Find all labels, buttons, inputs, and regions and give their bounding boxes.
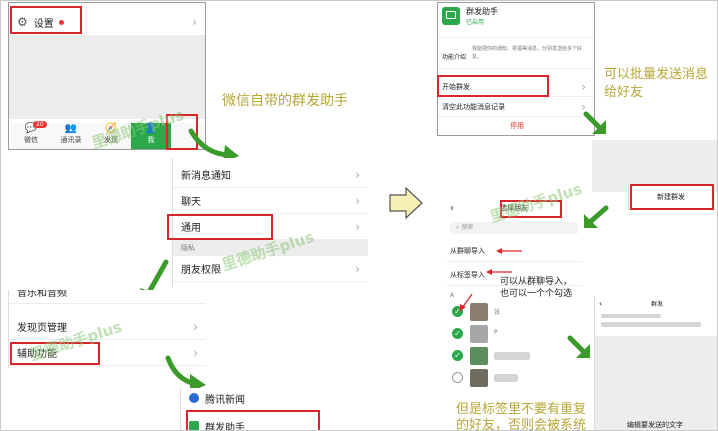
chevron-right-icon: › <box>355 219 360 234</box>
contact-name: 张 <box>494 309 501 316</box>
back-icon[interactable]: ‹ <box>599 299 602 308</box>
checked-icon: ✓ <box>452 350 463 361</box>
red-arrow-check <box>460 293 473 311</box>
intro-label: 功能介绍 <box>442 54 467 61</box>
annotation-group-helper: 微信自带的群发助手 <box>222 93 348 109</box>
message-area <box>595 336 718 431</box>
disable-button[interactable]: 停用 <box>438 121 594 131</box>
news-icon <box>189 393 199 403</box>
back-icon[interactable]: ‹ <box>450 203 454 214</box>
annotation-batch-send: 可以批量发送消息给好友 <box>604 67 709 100</box>
blurred-contact-name <box>494 374 518 382</box>
clear-records-row[interactable]: 清空此功能消息记录 › <box>438 97 594 117</box>
annotation-line: 但是标签里不要有重复 <box>456 402 587 417</box>
section-label: 隐私 <box>181 243 195 252</box>
row-label: 朋友权限 <box>181 265 221 276</box>
tab-label: 通讯录 <box>60 136 82 144</box>
intro-row: 功能介绍 我能把你的通知、祝福等消息，分别发送给多个好友。 <box>438 37 594 69</box>
recipients-list <box>601 322 701 327</box>
send-header: ‹ 群发 <box>595 296 718 310</box>
row-label: 清空此功能消息记录 <box>442 102 505 111</box>
contact-name: P <box>494 329 498 336</box>
tab-chats[interactable]: 💬 20 微信 <box>11 121 51 149</box>
annotation-import-or-select: 可以从群聊导入， 也可以一个个勾选 <box>500 276 572 300</box>
chevron-right-icon: › <box>193 319 198 334</box>
contacts-icon: 👥 <box>64 123 78 134</box>
row-label: 聊天 <box>181 197 201 208</box>
highlight-settings <box>10 6 82 34</box>
music-audio-row[interactable]: 音乐和音频 <box>9 290 206 304</box>
blurred-contact-name <box>494 352 530 360</box>
green-arrow-6 <box>567 335 590 358</box>
annotation-line: 可以从群聊导入， <box>500 277 573 287</box>
new-message-notify-row[interactable]: 新消息通知 › <box>173 162 368 188</box>
row-label: 从标签导入 <box>450 270 485 279</box>
index-letter: A <box>450 292 455 299</box>
contact-item[interactable]: ✓ <box>450 346 580 366</box>
tencent-news-row[interactable]: 腾讯新闻 <box>181 388 376 408</box>
unread-badge: 20 <box>33 121 47 128</box>
helper-header: 群发助手 已启用 <box>438 3 594 29</box>
highlight-general <box>167 214 273 240</box>
row-label: 音乐和音频 <box>17 290 67 299</box>
contact-item[interactable]: ✓ P <box>450 324 580 344</box>
search-icon: ⌕ <box>456 224 460 231</box>
row-label: 腾讯新闻 <box>205 394 245 406</box>
highlight-group-helper <box>186 410 320 431</box>
helper-title: 群发助手 <box>466 7 498 16</box>
row-label: 发现页管理 <box>17 323 67 334</box>
annotation-line: 也可以一个个勾选 <box>500 289 573 299</box>
avatar <box>470 325 488 343</box>
annotation-tag-warning: 但是标签里不要有重复 的好友，否则会被系统 <box>456 402 586 431</box>
highlight-start-broadcast <box>437 75 549 97</box>
unchecked-icon <box>452 372 463 383</box>
send-title: 群发 <box>651 300 664 308</box>
group-helper-screen: 群发助手 已启用 功能介绍 我能把你的通知、祝福等消息，分别发送给多个好友。 开… <box>437 2 595 136</box>
green-arrow-5 <box>584 205 609 228</box>
group-helper-app-icon <box>442 7 460 25</box>
chevron-right-icon: › <box>581 79 586 94</box>
avatar <box>470 369 488 387</box>
annotation-line: 的好友，否则会被系统 <box>456 418 587 431</box>
row-label: 新消息通知 <box>181 171 231 182</box>
chat-row[interactable]: 聊天 › <box>173 188 368 214</box>
helper-status: 已启用 <box>466 19 485 26</box>
chevron-right-icon: › <box>192 15 197 29</box>
send-screen: ‹ 群发 编辑要发送的文字 <box>594 296 718 431</box>
avatar <box>470 347 488 365</box>
search-placeholder: 搜索 <box>461 224 474 231</box>
checked-icon: ✓ <box>452 328 463 339</box>
search-input[interactable]: ⌕ 搜索 <box>450 222 578 234</box>
chevron-right-icon: › <box>355 167 360 182</box>
green-arrow-4 <box>583 111 606 134</box>
chevron-right-icon: › <box>355 193 360 208</box>
intro-text: 我能把你的通知、祝福等消息，分别发送给多个好友。 <box>472 46 583 60</box>
contact-item[interactable] <box>450 368 580 388</box>
tab-label: 微信 <box>24 136 38 144</box>
tab-contacts[interactable]: 👥 通讯录 <box>51 123 91 149</box>
compose-hint[interactable]: 编辑要发送的文字 <box>627 420 683 430</box>
next-step-arrow <box>389 186 423 220</box>
row-label: 从群聊导入 <box>450 246 485 255</box>
red-arrow-group <box>496 248 522 254</box>
recipients-summary <box>601 314 661 318</box>
chevron-right-icon: › <box>355 261 360 276</box>
highlight-new-broadcast <box>630 184 714 210</box>
